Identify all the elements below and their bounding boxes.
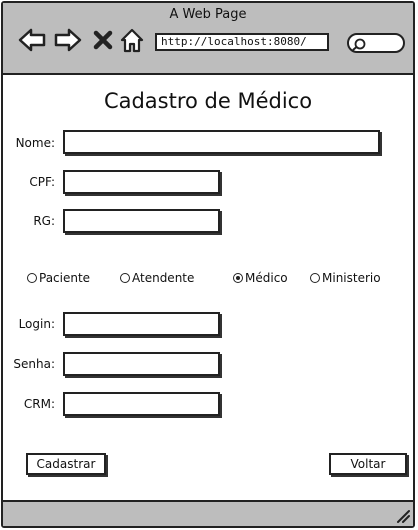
cpf-label: CPF: <box>29 175 55 189</box>
crm-input[interactable] <box>63 392 220 416</box>
address-bar[interactable]: http://localhost:8080/ <box>155 33 329 51</box>
radio-circle <box>27 273 37 283</box>
radio-ministerio[interactable]: Ministerio <box>310 271 381 285</box>
radio-label: Atendente <box>132 271 195 285</box>
radio-label: Médico <box>245 271 288 285</box>
radio-circle <box>120 273 130 283</box>
search-box[interactable] <box>347 33 405 53</box>
radio-circle-selected <box>233 273 243 283</box>
radio-label: Ministerio <box>322 271 381 285</box>
radio-atendente[interactable]: Atendente <box>120 271 194 285</box>
search-icon <box>352 38 366 51</box>
page-title: Cadastro de Médico <box>103 89 313 113</box>
radio-paciente[interactable]: Paciente <box>27 271 90 285</box>
radio-label: Paciente <box>39 271 91 285</box>
login-label: Login: <box>18 317 55 331</box>
voltar-button[interactable]: Voltar <box>329 453 407 475</box>
nome-label: Nome: <box>15 136 55 150</box>
radio-medico[interactable]: Médico <box>233 271 288 285</box>
crm-label: CRM: <box>23 397 55 411</box>
radio-circle <box>310 273 320 283</box>
browser-window: A Web Page http://localhost:8080/ Cadast… <box>1 1 415 528</box>
senha-label: Senha: <box>13 357 55 371</box>
close-x-icon[interactable] <box>91 25 115 55</box>
login-input[interactable] <box>63 312 220 336</box>
senha-input[interactable] <box>63 352 220 376</box>
back-arrow-icon[interactable] <box>17 25 47 55</box>
status-bar <box>3 500 413 526</box>
cadastrar-button[interactable]: Cadastrar <box>26 453 106 475</box>
resize-grip-icon[interactable] <box>396 509 410 523</box>
rg-label: RG: <box>33 214 55 228</box>
rg-input[interactable] <box>63 209 220 233</box>
cpf-input[interactable] <box>63 170 220 194</box>
browser-toolbar: A Web Page http://localhost:8080/ <box>3 3 413 75</box>
forward-arrow-icon[interactable] <box>53 25 83 55</box>
home-icon[interactable] <box>119 25 145 55</box>
nome-input[interactable] <box>63 130 380 154</box>
window-title: A Web Page <box>169 7 247 22</box>
